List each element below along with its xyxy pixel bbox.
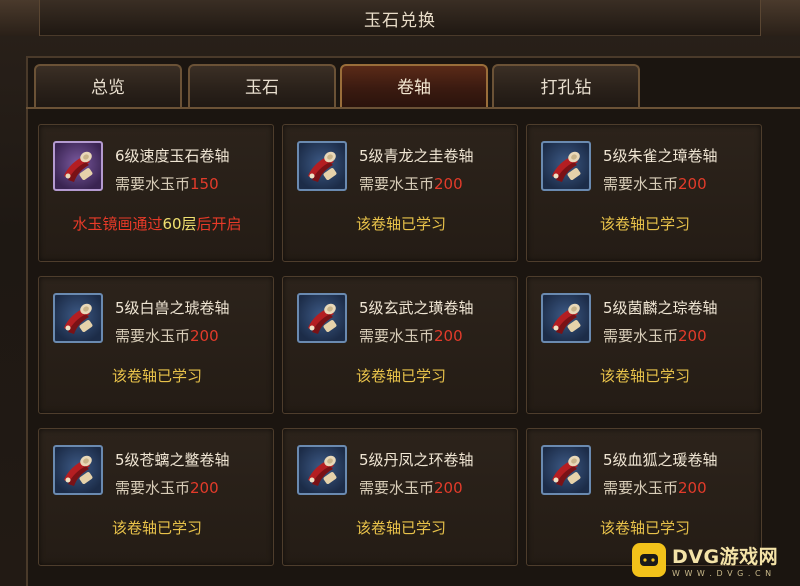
scroll-card[interactable]: 5级白兽之琥卷轴 需要水玉币200 该卷轴已学习 bbox=[38, 276, 274, 414]
unlock-floor: 60层 bbox=[162, 215, 197, 233]
scroll-cost: 需要水玉币200 bbox=[115, 477, 219, 498]
scroll-name: 6级速度玉石卷轴 bbox=[115, 147, 230, 165]
scroll-name: 5级玄武之璜卷轴 bbox=[359, 299, 474, 317]
scroll-card[interactable]: 5级青龙之圭卷轴 需要水玉币200 该卷轴已学习 bbox=[282, 124, 518, 262]
scroll-card[interactable]: 5级丹凤之环卷轴 需要水玉币200 该卷轴已学习 bbox=[282, 428, 518, 566]
dvg-logo-icon bbox=[632, 543, 666, 577]
unlock-text-a: 水玉镜画通过 bbox=[72, 215, 163, 233]
cost-value: 200 bbox=[434, 175, 463, 193]
scroll-name: 5级青龙之圭卷轴 bbox=[359, 147, 474, 165]
learned-status: 该卷轴已学习 bbox=[599, 367, 690, 385]
tab-scroll[interactable]: 卷轴 bbox=[340, 64, 488, 108]
learned-status: 该卷轴已学习 bbox=[355, 215, 446, 233]
cost-value: 200 bbox=[678, 327, 707, 345]
watermark: DVG游戏网 W W W . D V G . C N bbox=[632, 540, 792, 580]
blue-scroll-icon[interactable] bbox=[541, 293, 591, 343]
cost-value: 200 bbox=[434, 327, 463, 345]
cost-label: 需要水玉币 bbox=[115, 479, 191, 497]
title-bar: 玉石兑换 bbox=[0, 0, 800, 36]
scroll-card[interactable]: 5级苍螭之鳖卷轴 需要水玉币200 该卷轴已学习 bbox=[38, 428, 274, 566]
scroll-name: 5级苍螭之鳖卷轴 bbox=[115, 451, 230, 469]
blue-scroll-icon[interactable] bbox=[297, 293, 347, 343]
watermark-brand: DVG游戏网 bbox=[672, 546, 779, 568]
learned-status: 该卷轴已学习 bbox=[111, 367, 202, 385]
cost-value: 200 bbox=[190, 327, 219, 345]
title-bar-right-ornament bbox=[760, 0, 800, 36]
blue-scroll-icon[interactable] bbox=[53, 293, 103, 343]
unlock-requirement: 水玉镜画通过60层后开启 bbox=[39, 213, 275, 234]
cost-label: 需要水玉币 bbox=[603, 479, 679, 497]
scroll-name: 5级白兽之琥卷轴 bbox=[115, 299, 230, 317]
cost-value: 200 bbox=[678, 175, 707, 193]
scroll-card[interactable]: 5级朱雀之璋卷轴 需要水玉币200 该卷轴已学习 bbox=[526, 124, 762, 262]
tab-jade[interactable]: 玉石 bbox=[188, 64, 336, 108]
exchange-window: 玉石兑换 总览 玉石 卷轴 打孔钻 6级速度玉石卷轴 需要水玉币150 水玉镜画… bbox=[0, 0, 800, 586]
cost-label: 需要水玉币 bbox=[603, 175, 679, 193]
blue-scroll-icon[interactable] bbox=[297, 141, 347, 191]
learned-status: 该卷轴已学习 bbox=[355, 519, 446, 537]
cost-label: 需要水玉币 bbox=[359, 327, 435, 345]
tab-drill[interactable]: 打孔钻 bbox=[492, 64, 640, 108]
blue-scroll-icon[interactable] bbox=[541, 445, 591, 495]
cost-value: 200 bbox=[678, 479, 707, 497]
scroll-name: 5级血狐之瑗卷轴 bbox=[603, 451, 718, 469]
scroll-name: 5级菌麟之琮卷轴 bbox=[603, 299, 718, 317]
cost-label: 需要水玉币 bbox=[115, 175, 191, 193]
scroll-cost: 需要水玉币150 bbox=[115, 173, 219, 194]
blue-scroll-icon[interactable] bbox=[297, 445, 347, 495]
scroll-cost: 需要水玉币200 bbox=[359, 325, 463, 346]
scroll-cost: 需要水玉币200 bbox=[115, 325, 219, 346]
cost-label: 需要水玉币 bbox=[359, 479, 435, 497]
scroll-card[interactable]: 5级玄武之璜卷轴 需要水玉币200 该卷轴已学习 bbox=[282, 276, 518, 414]
learned-status: 该卷轴已学习 bbox=[355, 367, 446, 385]
tab-divider bbox=[26, 107, 800, 109]
watermark-url: W W W . D V G . C N bbox=[672, 569, 773, 578]
scroll-name: 5级丹凤之环卷轴 bbox=[359, 451, 474, 469]
unlock-text-b: 后开启 bbox=[196, 215, 242, 233]
scroll-name: 5级朱雀之璋卷轴 bbox=[603, 147, 718, 165]
cost-label: 需要水玉币 bbox=[359, 175, 435, 193]
learned-status: 该卷轴已学习 bbox=[599, 519, 690, 537]
tab-overview[interactable]: 总览 bbox=[34, 64, 182, 108]
scroll-cost: 需要水玉币200 bbox=[603, 325, 707, 346]
cost-value: 200 bbox=[434, 479, 463, 497]
purple-scroll-icon[interactable] bbox=[53, 141, 103, 191]
scroll-cost: 需要水玉币200 bbox=[603, 477, 707, 498]
scroll-cost: 需要水玉币200 bbox=[603, 173, 707, 194]
cost-value: 150 bbox=[190, 175, 219, 193]
cost-label: 需要水玉币 bbox=[115, 327, 191, 345]
window-title: 玉石兑换 bbox=[364, 11, 436, 31]
learned-status: 该卷轴已学习 bbox=[599, 215, 690, 233]
scroll-cost: 需要水玉币200 bbox=[359, 477, 463, 498]
scroll-card[interactable]: 5级菌麟之琮卷轴 需要水玉币200 该卷轴已学习 bbox=[526, 276, 762, 414]
cost-label: 需要水玉币 bbox=[603, 327, 679, 345]
learned-status: 该卷轴已学习 bbox=[111, 519, 202, 537]
scroll-card[interactable]: 6级速度玉石卷轴 需要水玉币150 水玉镜画通过60层后开启 bbox=[38, 124, 274, 262]
blue-scroll-icon[interactable] bbox=[53, 445, 103, 495]
cost-value: 200 bbox=[190, 479, 219, 497]
blue-scroll-icon[interactable] bbox=[541, 141, 591, 191]
scroll-cost: 需要水玉币200 bbox=[359, 173, 463, 194]
